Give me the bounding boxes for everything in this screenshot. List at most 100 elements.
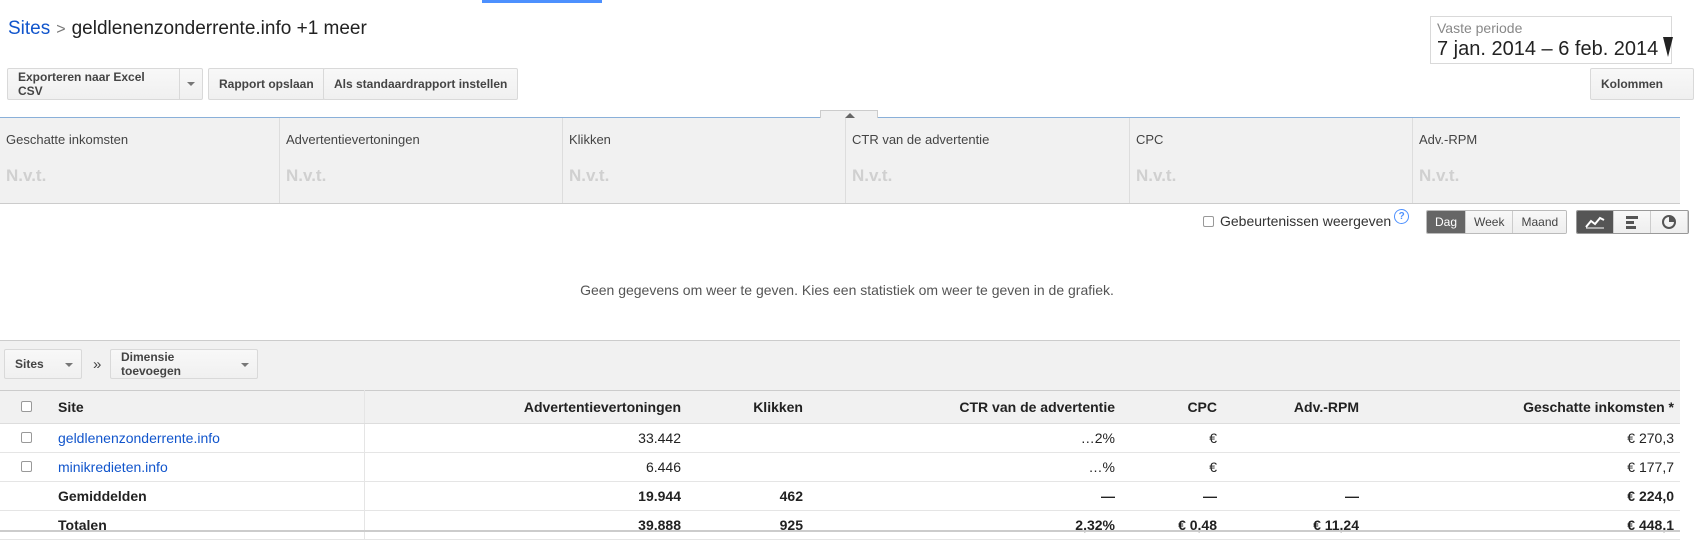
total-cpc: € 0,48 (1121, 510, 1223, 540)
metric-label: Geschatte inkomsten (6, 132, 129, 147)
totals-row: Totalen 39.888 925 2,32% € 0,48 € 11,24 … (0, 510, 1680, 540)
metric-label: CPC (1136, 132, 1164, 147)
col-earnings[interactable]: Geschatte inkomsten * (1365, 390, 1680, 424)
totals-label: Totalen (52, 510, 365, 540)
events-checkbox[interactable] (1203, 215, 1214, 227)
add-dimension-label: Dimensie toevoegen (121, 350, 182, 378)
chevron-down-icon[interactable] (1663, 37, 1673, 57)
total-impressions: 39.888 (364, 510, 687, 540)
total-ctr: 2,32% (809, 510, 1121, 540)
empty-cell (0, 510, 52, 540)
metric-value: N.v.t. (569, 166, 610, 185)
active-tab-indicator (482, 0, 602, 3)
show-events-toggle[interactable]: Gebeurtenissen weergeven ? (1203, 208, 1410, 229)
metric-label: Klikken (569, 132, 611, 147)
metric-value: N.v.t. (6, 166, 47, 185)
breadcrumb-current: geldlenenzonderrente.info +1 meer (71, 18, 367, 39)
save-report-button[interactable]: Rapport opslaan (208, 68, 325, 100)
breadcrumb-separator: > (56, 21, 66, 38)
help-icon[interactable]: ? (1394, 208, 1410, 224)
cell-ctr: …2% (809, 423, 1121, 453)
site-link[interactable]: geldlenenzonderrente.info (58, 430, 220, 446)
table-bottom-border (0, 530, 1680, 532)
col-site[interactable]: Site (52, 390, 365, 424)
export-csv-button[interactable]: Exporteren naar Excel CSV (7, 68, 203, 100)
metric-value: N.v.t. (1419, 166, 1460, 185)
avg-cpc: — (1121, 481, 1223, 511)
cell-cpc: € (1121, 423, 1223, 453)
row-checkbox-cell (0, 423, 52, 453)
cell-clicks (687, 452, 809, 482)
avg-impressions: 19.944 (364, 481, 687, 511)
line-chart-icon[interactable] (1577, 211, 1614, 233)
no-data-message: Geen gegevens om weer te geven. Kies een… (580, 282, 1114, 298)
table-row: minikredieten.info 6.446 …% € € 177,7 (0, 452, 1680, 482)
row-checkbox[interactable] (20, 461, 32, 472)
avg-ctr: — (809, 481, 1121, 511)
cell-cpc: € (1121, 452, 1223, 482)
metrics-bar: Geschatte inkomsten N.v.t. Advertentieve… (0, 118, 1680, 204)
metric-ad-impressions[interactable]: Advertentievertoningen N.v.t. (280, 118, 563, 203)
averages-row: Gemiddelden 19.944 462 — — — € 224,0 (0, 481, 1680, 511)
avg-earnings: € 224,0 (1365, 481, 1680, 511)
chevron-down-icon (241, 363, 249, 367)
row-checkbox[interactable] (20, 432, 32, 443)
row-checkbox-cell (0, 452, 52, 482)
cell-earnings: € 270,3 (1365, 423, 1680, 453)
cell-impressions: 33.442 (364, 423, 687, 453)
metric-label: Advertentievertoningen (286, 132, 420, 147)
pie-chart-icon[interactable] (1651, 211, 1688, 233)
period-week-button[interactable]: Week (1466, 211, 1514, 233)
period-month-button[interactable]: Maand (1513, 211, 1567, 233)
select-all-checkbox[interactable] (20, 401, 32, 412)
total-earnings: € 448,1 (1365, 510, 1680, 540)
col-clicks[interactable]: Klikken (687, 390, 809, 424)
export-csv-label: Exporteren naar Excel CSV (18, 70, 145, 98)
total-rpm: € 11,24 (1223, 510, 1365, 540)
add-dimension-dropdown[interactable]: Dimensie toevoegen (110, 349, 258, 379)
metric-ad-ctr[interactable]: CTR van de advertentie N.v.t. (846, 118, 1130, 203)
col-ctr[interactable]: CTR van de advertentie (809, 390, 1121, 424)
cell-clicks (687, 423, 809, 453)
dimension-sites-label: Sites (15, 357, 44, 371)
metric-clicks[interactable]: Klikken N.v.t. (563, 118, 846, 203)
bar-chart-icon[interactable] (1614, 211, 1651, 233)
metric-cpc[interactable]: CPC N.v.t. (1130, 118, 1413, 203)
col-cpc[interactable]: CPC (1121, 390, 1223, 424)
col-impressions[interactable]: Advertentievertoningen (364, 390, 687, 424)
metric-label: CTR van de advertentie (852, 132, 990, 147)
avg-clicks: 462 (687, 481, 809, 511)
cell-rpm (1223, 452, 1365, 482)
chart-type-selector (1576, 210, 1689, 234)
empty-cell (0, 481, 52, 511)
metric-value: N.v.t. (852, 166, 893, 185)
date-range-picker[interactable]: Vaste periode 7 jan. 2014 – 6 feb. 2014 (1430, 16, 1673, 64)
metric-label: Adv.-RPM (1419, 132, 1478, 147)
columns-button[interactable]: Kolommen (1590, 68, 1694, 100)
dimension-separator: » (93, 356, 102, 373)
period-selector: Dag Week Maand (1426, 210, 1568, 234)
dimension-sites-dropdown[interactable]: Sites (4, 349, 82, 379)
cell-earnings: € 177,7 (1365, 452, 1680, 482)
metric-ad-rpm[interactable]: Adv.-RPM N.v.t. (1413, 118, 1680, 203)
export-dropdown-toggle[interactable] (179, 69, 202, 99)
date-range-value: 7 jan. 2014 – 6 feb. 2014 (1437, 38, 1659, 60)
col-rpm[interactable]: Adv.-RPM (1223, 390, 1365, 424)
dimension-toolbar: Sites » Dimensie toevoegen (0, 340, 1680, 391)
breadcrumb-sites-link[interactable]: Sites (8, 18, 50, 39)
save-report-label: Rapport opslaan (219, 77, 314, 91)
metric-value: N.v.t. (286, 166, 327, 185)
site-link[interactable]: minikredieten.info (58, 459, 168, 475)
set-default-report-button[interactable]: Als standaardrapport instellen (323, 68, 519, 100)
metric-estimated-earnings[interactable]: Geschatte inkomsten N.v.t. (0, 118, 280, 203)
set-default-report-label: Als standaardrapport instellen (334, 77, 508, 91)
cell-impressions: 6.446 (364, 452, 687, 482)
table-header-row: Site Advertentievertoningen Klikken CTR … (0, 390, 1680, 424)
metric-value: N.v.t. (1136, 166, 1177, 185)
table-row: geldlenenzonderrente.info 33.442 …2% € €… (0, 423, 1680, 453)
period-day-button[interactable]: Dag (1427, 211, 1467, 233)
avg-rpm: — (1223, 481, 1365, 511)
chevron-down-icon (187, 82, 195, 86)
select-all-cell (0, 390, 52, 424)
breadcrumb: Sites > geldlenenzonderrente.info +1 meer (8, 18, 367, 40)
